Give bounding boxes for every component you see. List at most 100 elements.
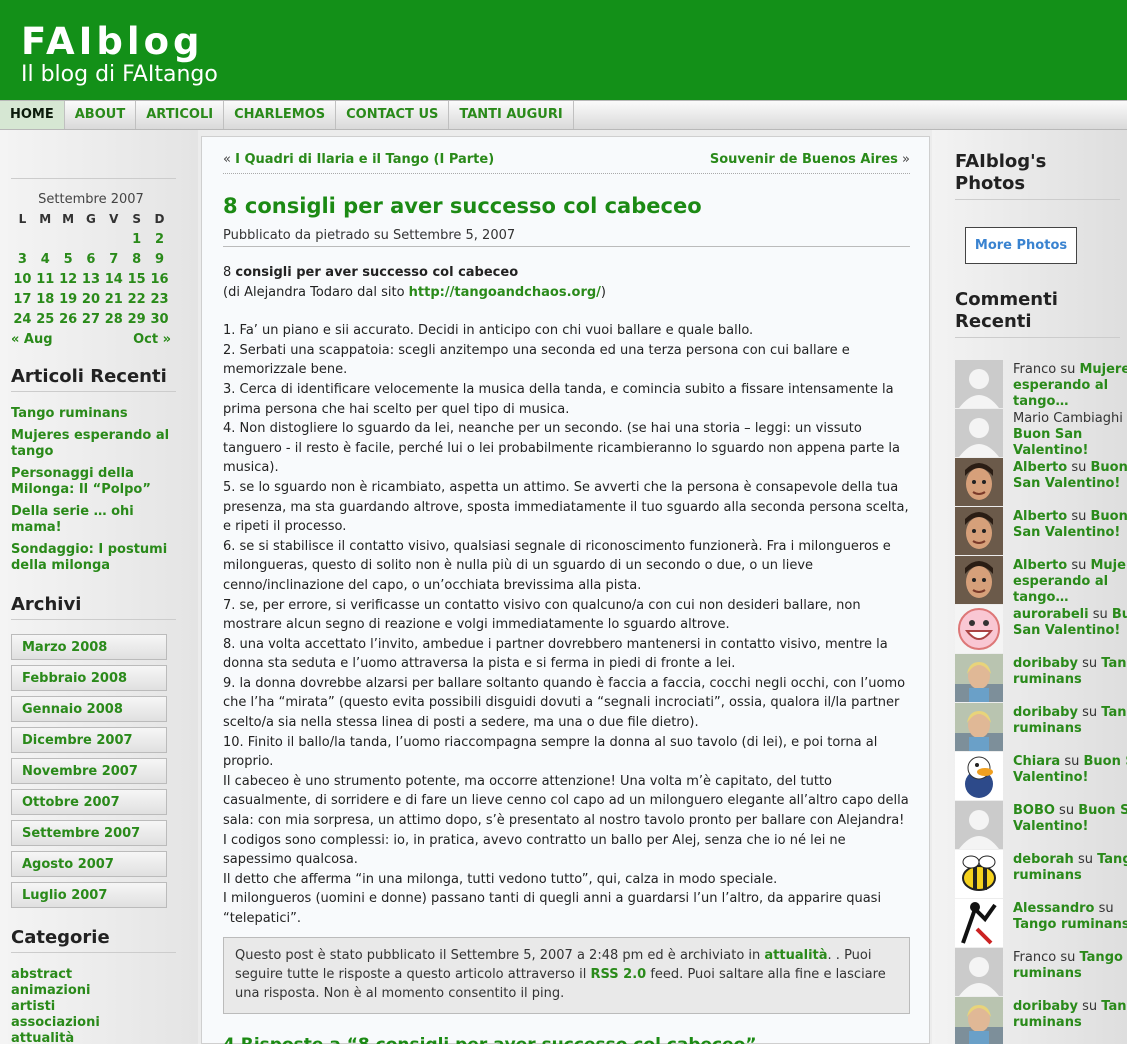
comment-author[interactable]: doribaby <box>1013 705 1078 720</box>
comment-text: Alessandro su Tango ruminans <box>1013 901 1127 933</box>
calendar-day <box>57 229 80 249</box>
calendar-day[interactable]: 8 <box>125 249 148 269</box>
calendar-day[interactable]: 9 <box>148 249 171 269</box>
comment-on: su <box>1094 901 1114 916</box>
comment-author[interactable]: deborah <box>1013 852 1074 867</box>
next-post-link[interactable]: Souvenir de Buenos Aires <box>710 152 898 167</box>
post-paragraph: 8. una volta accettato l’invito, ambedue… <box>223 636 888 672</box>
more-photos-button[interactable]: More Photos <box>965 227 1077 264</box>
post-navigation: « I Quadri di Ilaria e il Tango (I Parte… <box>223 152 910 174</box>
calendar-day[interactable]: 23 <box>148 289 171 309</box>
calendar-day[interactable]: 22 <box>125 289 148 309</box>
category-link[interactable]: artisti <box>11 999 176 1015</box>
archive-link[interactable]: Dicembre 2007 <box>11 727 167 753</box>
comment-author[interactable]: Alberto <box>1013 558 1067 573</box>
recent-post-link[interactable]: Mujeres esperando al tango <box>11 428 176 460</box>
calendar-day[interactable]: 24 <box>11 309 34 329</box>
comment-on: su <box>1056 362 1080 377</box>
avatar <box>955 360 1003 408</box>
comment-text: doribaby su Tango ruminans <box>1013 705 1127 737</box>
category-attualita-link[interactable]: attualità <box>764 948 827 963</box>
comment-item: Alberto su Buon San Valentino! <box>955 458 1127 507</box>
rss-link[interactable]: RSS 2.0 <box>591 967 647 982</box>
post-paragraph: I milongueros (uomini e donne) passano t… <box>223 891 882 926</box>
calendar-day[interactable]: 13 <box>80 269 103 289</box>
calendar-day[interactable]: 1 <box>125 229 148 249</box>
calendar-next-link[interactable]: Oct » <box>102 329 171 349</box>
calendar-day[interactable]: 7 <box>102 249 125 269</box>
recent-post-link[interactable]: Sondaggio: I postumi della milonga <box>11 542 176 574</box>
calendar-day[interactable]: 2 <box>148 229 171 249</box>
comment-item: doribaby su Tango ruminans <box>955 997 1127 1044</box>
calendar-day[interactable]: 16 <box>148 269 171 289</box>
calendar-day[interactable]: 19 <box>57 289 80 309</box>
archive-link[interactable]: Settembre 2007 <box>11 820 167 846</box>
comment-author[interactable]: BOBO <box>1013 803 1055 818</box>
comment-post-link[interactable]: Buon San Valentino! <box>1013 427 1088 458</box>
nav-about[interactable]: ABOUT <box>65 101 137 129</box>
recent-posts-list: Tango ruminans Mujeres esperando al tang… <box>11 406 176 574</box>
comment-author[interactable]: Alberto <box>1013 509 1067 524</box>
recent-post-link[interactable]: Tango ruminans <box>11 406 176 422</box>
calendar-day[interactable]: 11 <box>34 269 57 289</box>
prev-post-link[interactable]: I Quadri di Ilaria e il Tango (I Parte) <box>235 152 494 167</box>
category-link[interactable]: attualità <box>11 1031 176 1044</box>
calendar-day[interactable]: 25 <box>34 309 57 329</box>
comment-text: Franco su Mujeres esperando al tango… <box>1013 362 1127 410</box>
calendar-day[interactable]: 3 <box>11 249 34 269</box>
calendar-day[interactable]: 17 <box>11 289 34 309</box>
next-arrow: » <box>897 152 910 167</box>
calendar-day[interactable]: 15 <box>125 269 148 289</box>
comment-author[interactable]: Alberto <box>1013 460 1067 475</box>
calendar-day[interactable]: 14 <box>102 269 125 289</box>
category-link[interactable]: associazioni <box>11 1015 176 1031</box>
calendar-prev-link[interactable]: « Aug <box>11 329 80 349</box>
category-link[interactable]: animazioni <box>11 983 176 999</box>
calendar-day[interactable]: 28 <box>102 309 125 329</box>
category-link[interactable]: abstract <box>11 967 176 983</box>
post-paragraph: Il detto che afferma “in una milonga, tu… <box>223 871 778 887</box>
archive-link[interactable]: Luglio 2007 <box>11 882 167 908</box>
calendar-day <box>102 229 125 249</box>
post-title[interactable]: 8 consigli per aver successo col cabeceo <box>223 194 702 218</box>
recent-post-link[interactable]: Della serie … ohi mama! <box>11 504 176 536</box>
comment-author[interactable]: Alessandro <box>1013 901 1095 916</box>
avatar <box>955 997 1003 1044</box>
calendar-day[interactable]: 27 <box>80 309 103 329</box>
comment-author[interactable]: aurorabeli <box>1013 607 1089 622</box>
archive-link[interactable]: Gennaio 2008 <box>11 696 167 722</box>
comment-author[interactable]: doribaby <box>1013 999 1078 1014</box>
calendar-day[interactable]: 5 <box>57 249 80 269</box>
comment-item: Franco su Tango ruminans <box>955 948 1127 997</box>
calendar-day[interactable]: 29 <box>125 309 148 329</box>
comment-author[interactable]: Chiara <box>1013 754 1060 769</box>
comment-post-link[interactable]: Tango ruminans <box>1013 917 1127 932</box>
archive-link[interactable]: Marzo 2008 <box>11 634 167 660</box>
calendar-day[interactable]: 30 <box>148 309 171 329</box>
archive-link[interactable]: Febbraio 2008 <box>11 665 167 691</box>
calendar-day[interactable]: 20 <box>80 289 103 309</box>
nav-articoli[interactable]: ARTICOLI <box>136 101 225 129</box>
recent-post-link[interactable]: Personaggi della Milonga: Il “Polpo” <box>11 466 176 498</box>
source-link[interactable]: http://tangoandchaos.org/ <box>409 285 601 300</box>
calendar-day[interactable]: 4 <box>34 249 57 269</box>
nav-tanti-auguri[interactable]: TANTI AUGURI <box>449 101 574 129</box>
nav-home[interactable]: HOME <box>0 101 65 129</box>
avatar <box>955 752 1003 800</box>
calendar-day[interactable]: 18 <box>34 289 57 309</box>
nav-charlemos[interactable]: CHARLEMOS <box>224 101 337 129</box>
calendar-day[interactable]: 6 <box>80 249 103 269</box>
site-title[interactable]: FAIblog <box>21 20 204 63</box>
archive-link[interactable]: Novembre 2007 <box>11 758 167 784</box>
archive-link[interactable]: Agosto 2007 <box>11 851 167 877</box>
avatar <box>955 899 1003 947</box>
nav-contact-us[interactable]: CONTACT US <box>336 101 450 129</box>
calendar-day[interactable]: 10 <box>11 269 34 289</box>
calendar-day[interactable]: 12 <box>57 269 80 289</box>
calendar-day[interactable]: 21 <box>102 289 125 309</box>
comment-author[interactable]: doribaby <box>1013 656 1078 671</box>
post-paragraph: 4. Non distogliere lo sguardo da lei, ne… <box>223 421 900 476</box>
calendar-day[interactable]: 26 <box>57 309 80 329</box>
archive-link[interactable]: Ottobre 2007 <box>11 789 167 815</box>
calendar-day-header: M <box>39 212 52 226</box>
